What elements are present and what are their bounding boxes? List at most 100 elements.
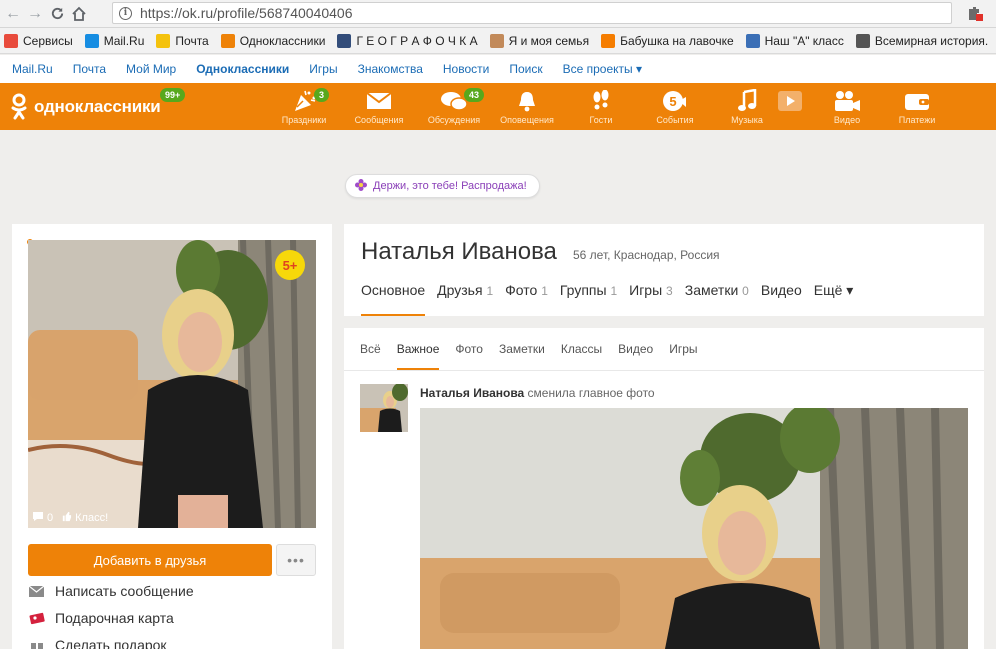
post-author-link[interactable]: Наталья Иванова (420, 386, 524, 400)
portal-link[interactable]: Mail.Ru (12, 62, 53, 76)
promo-text: Держи, это тебе! Распродажа! (373, 180, 527, 192)
topbar-events[interactable]: 5 События (640, 88, 710, 125)
address-bar[interactable]: i https://ok.ru/profile/568740040406 (112, 2, 952, 24)
topbar-label: Сообщения (354, 115, 404, 125)
feed-tab[interactable]: Фото (455, 342, 483, 370)
profile-tab[interactable]: Игры 3 (629, 282, 673, 316)
bookmark-label: Сервисы (23, 33, 73, 48)
topbar-label: Видео (833, 115, 861, 125)
feed-tab[interactable]: Игры (669, 342, 697, 370)
portal-link[interactable]: Игры (309, 62, 337, 76)
profile-tab-count: 1 (541, 284, 548, 298)
action-make-gift[interactable]: Сделать подарок (28, 637, 167, 649)
promo-banner[interactable]: Держи, это тебе! Распродажа! (345, 174, 540, 198)
action-send-message[interactable]: Написать сообщение (28, 583, 194, 599)
notification-badge: 3 (314, 88, 330, 102)
extension-icon[interactable] (966, 4, 984, 22)
post-action-text: сменила главное фото (524, 386, 655, 400)
mail-icon (156, 33, 171, 48)
topbar-label: Обсуждения (427, 115, 481, 125)
bookmark-label: Mail.Ru (103, 33, 145, 48)
portal-link[interactable]: Новости (443, 62, 489, 76)
portal-link[interactable]: Все проекты ▾ (563, 62, 642, 76)
ok-logo[interactable]: одноклассники (10, 93, 161, 121)
topbar-video-camera[interactable]: Видео (812, 88, 882, 125)
bookmark-item[interactable]: Бабушка на лавочке (601, 33, 734, 48)
topbar-label: События (656, 115, 694, 125)
topbar-label: Оповещения (500, 115, 554, 125)
topbar-footprints[interactable]: Гости (566, 88, 636, 125)
action-label: Сделать подарок (55, 637, 167, 649)
bookmark-item[interactable]: Mail.Ru (84, 33, 145, 48)
feed-tab[interactable]: Важное (396, 342, 439, 370)
bookmark-item[interactable]: Наш "А" класс (745, 33, 844, 48)
profile-tab[interactable]: Группы 1 (560, 282, 617, 316)
profile-tab[interactable]: Фото 1 (505, 282, 548, 316)
photo-stats: 0 Класс! (28, 508, 108, 528)
feed-tab[interactable]: Заметки (499, 342, 545, 370)
like-icon[interactable] (61, 511, 72, 525)
envelope-icon (28, 585, 45, 597)
comment-icon[interactable] (32, 511, 44, 525)
bookmark-item[interactable]: Почта (156, 33, 209, 48)
topbar-party[interactable]: Праздники 3 (268, 88, 340, 125)
topbar-play[interactable] (760, 88, 820, 115)
add-friend-button[interactable]: Добавить в друзья (28, 544, 272, 576)
bookmark-label: Я и моя семья (508, 33, 590, 48)
bookmark-item[interactable]: Одноклассники (220, 33, 325, 48)
portal-link[interactable]: Одноклассники (196, 62, 289, 76)
info-icon[interactable]: i (119, 6, 132, 20)
folder-icon (745, 33, 760, 48)
profile-meta: 56 лет, Краснодар, Россия (573, 248, 720, 262)
topbar-wallet[interactable]: Платежи (882, 88, 952, 125)
wallet-icon (882, 88, 952, 114)
profile-tab-label: Группы (559, 282, 607, 298)
bookmark-item[interactable]: Всемирная история. (855, 33, 988, 48)
blogger-icon (601, 33, 616, 48)
profile-tab-label: Ещё ▾ (813, 282, 854, 298)
flower-icon (354, 178, 368, 195)
divider (344, 370, 984, 371)
portal-link[interactable]: Знакомства (358, 62, 423, 76)
bookmark-item[interactable]: Сервисы (4, 33, 73, 48)
reload-icon[interactable] (46, 3, 68, 25)
party-icon (268, 88, 340, 114)
back-arrow-icon[interactable]: ← (2, 3, 24, 25)
action-label: Подарочная карта (55, 610, 174, 626)
bookmark-label: Наш "А" класс (764, 33, 844, 48)
action-gift-card[interactable]: Подарочная карта (28, 610, 174, 626)
profile-tab[interactable]: Заметки 0 (685, 282, 749, 316)
home-icon[interactable] (68, 3, 90, 25)
feed-tabs: Всё Важное Фото Заметки Классы Видео Игры (360, 342, 714, 370)
bookmark-item[interactable]: Я и моя семья (489, 33, 590, 48)
feed-tab[interactable]: Видео (618, 342, 653, 370)
bookmark-label: Почта (175, 33, 209, 48)
feed-tab[interactable]: Классы (561, 342, 602, 370)
profile-tab[interactable]: Видео (761, 282, 802, 316)
forward-arrow-icon[interactable]: → (24, 3, 46, 25)
portal-link[interactable]: Почта (73, 62, 106, 76)
portal-link[interactable]: Поиск (509, 62, 542, 76)
post-author-avatar[interactable] (360, 384, 408, 432)
more-actions-button[interactable]: ••• (276, 544, 316, 576)
gift-icon (28, 638, 45, 649)
profile-tab-count: 0 (742, 284, 749, 298)
feed-tab[interactable]: Всё (360, 342, 381, 370)
profile-tab[interactable]: Основное (361, 282, 426, 316)
profile-tab[interactable]: Друзья 1 (437, 282, 493, 316)
profile-tab[interactable]: Ещё ▾ (814, 282, 854, 316)
avatar-badge[interactable]: 5+ (275, 250, 305, 280)
topbar-chat-bubbles[interactable]: Обсуждения 43 (418, 88, 490, 125)
bookmark-item[interactable]: Г Е О Г Р А Ф О Ч К А (337, 33, 478, 48)
topbar-envelope[interactable]: Сообщения (344, 88, 414, 125)
profile-tab-label: Фото (505, 282, 538, 298)
profile-avatar[interactable] (28, 240, 316, 528)
gift-card-icon (28, 611, 45, 625)
ok-icon (220, 33, 235, 48)
portal-link[interactable]: Мой Мир (126, 62, 176, 76)
topbar-bell[interactable]: Оповещения (492, 88, 562, 125)
topbar-label: Праздники (281, 115, 327, 125)
history-icon (855, 33, 870, 48)
profile-tab-label: Видео (760, 282, 802, 298)
post-photo[interactable] (420, 408, 968, 649)
